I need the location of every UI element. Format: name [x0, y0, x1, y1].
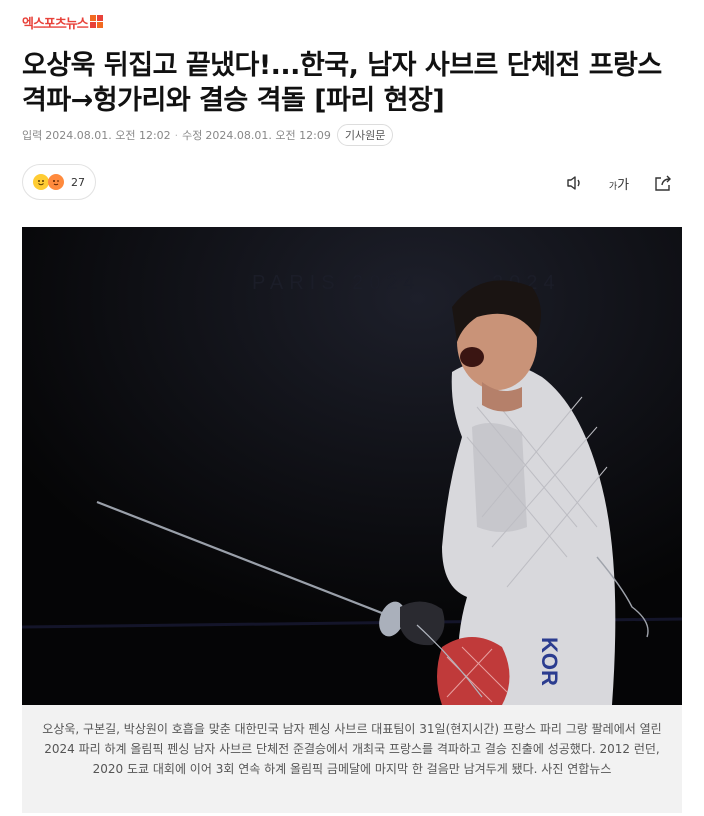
photo-caption: 오상욱, 구본길, 박상원이 호흡을 맞춘 대한민국 남자 펜싱 사브르 대표팀…	[22, 705, 682, 813]
smile-emoji-icon	[33, 174, 49, 190]
reaction-count: 27	[71, 175, 85, 189]
font-size-small: 가	[608, 181, 618, 192]
article-tools: 가가	[564, 172, 674, 194]
uniform-country-text: KOR	[537, 637, 562, 686]
published-label: 입력	[22, 129, 43, 142]
updated-time: 2024.08.01. 오전 12:09	[205, 129, 331, 142]
original-article-button[interactable]: 기사원문	[336, 124, 394, 146]
article-photo[interactable]: PARIS 2024 2024 KOR	[22, 227, 682, 705]
speaker-icon[interactable]	[564, 172, 586, 194]
article-meta: 입력 2024.08.01. 오전 12:02 · 수정 2024.08.01.…	[22, 124, 394, 146]
reaction-button[interactable]: 27	[22, 164, 96, 200]
site-logo[interactable]: 엑스포츠뉴스	[22, 15, 104, 34]
logo-text: 엑스포츠뉴스	[22, 17, 89, 32]
share-icon[interactable]	[652, 172, 674, 194]
meta-separator: ·	[174, 128, 179, 142]
article-headline: 오상욱 뒤집고 끝냈다!...한국, 남자 사브르 단체전 프랑스 격파→헝가리…	[22, 50, 662, 116]
font-size-icon[interactable]: 가가	[608, 172, 630, 194]
logo-mark-icon	[89, 15, 104, 29]
background-banner-text: PARIS 2024	[252, 272, 421, 294]
updated-label: 수정	[182, 129, 203, 142]
font-size-large: 가	[617, 177, 630, 193]
wink-emoji-icon	[48, 174, 64, 190]
published-time: 2024.08.01. 오전 12:02	[45, 129, 171, 142]
